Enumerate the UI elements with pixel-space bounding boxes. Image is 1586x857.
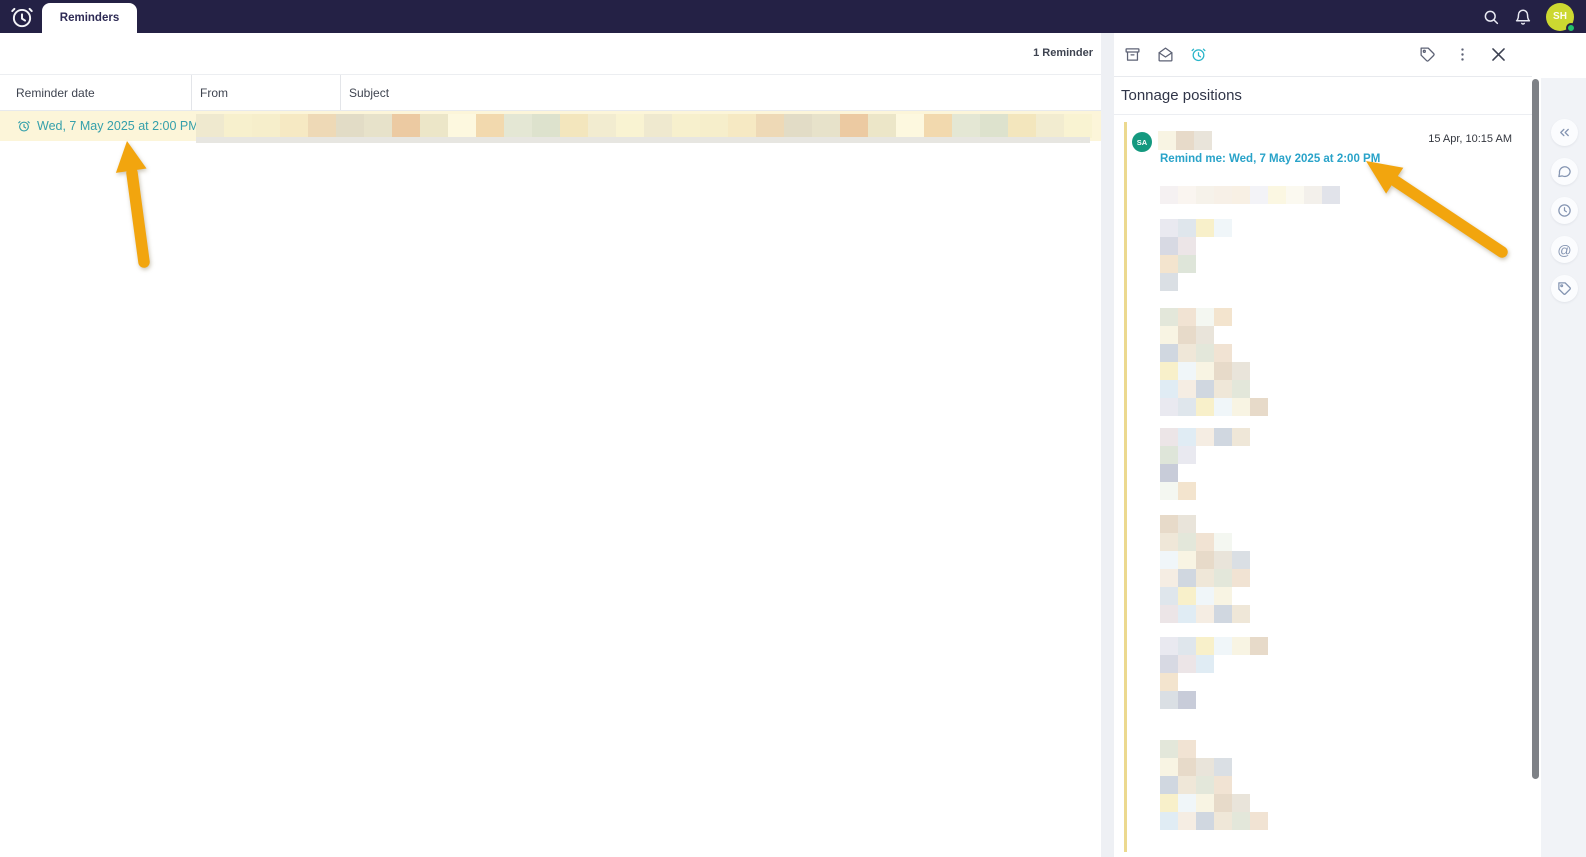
panel-divider xyxy=(1101,33,1114,857)
sender-avatar-initials: SA xyxy=(1137,138,1147,147)
archive-icon[interactable] xyxy=(1124,46,1141,63)
right-icon-rail: @ xyxy=(1541,78,1586,857)
clock-icon[interactable] xyxy=(1551,197,1578,224)
reminder-date-cell: Wed, 7 May 2025 at 2:00 PM xyxy=(17,111,199,141)
mention-icon[interactable]: @ xyxy=(1551,236,1578,263)
mention-glyph: @ xyxy=(1557,243,1571,257)
alarm-clock-icon xyxy=(17,119,31,133)
annotation-arrow-row xyxy=(100,133,162,273)
column-header-subject[interactable]: Subject xyxy=(341,75,1101,110)
sender-redaction xyxy=(1158,131,1212,150)
reminder-row[interactable]: Wed, 7 May 2025 at 2:00 PM xyxy=(0,111,1101,141)
user-avatar[interactable]: SH xyxy=(1546,3,1574,31)
panel-scrollbar[interactable] xyxy=(1532,79,1539,779)
tab-label: Reminders xyxy=(60,12,119,24)
email-subject-header: Tonnage positions xyxy=(1114,77,1532,115)
reminder-date-text: Wed, 7 May 2025 at 2:00 PM xyxy=(37,119,199,133)
tab-reminders[interactable]: Reminders xyxy=(42,3,137,33)
panel-toolbar xyxy=(1114,33,1532,77)
collapse-double-chevron-icon[interactable] xyxy=(1551,119,1578,146)
app-logo-alarm-icon[interactable] xyxy=(9,4,35,30)
topbar-actions: SH xyxy=(1482,0,1574,33)
row-redaction xyxy=(196,114,1092,138)
annotation-arrow-remind-link xyxy=(1356,153,1516,263)
close-icon[interactable] xyxy=(1489,45,1508,64)
kebab-menu-icon[interactable] xyxy=(1454,46,1471,63)
sender-avatar: SA xyxy=(1132,132,1152,152)
email-accent-bar xyxy=(1124,122,1127,852)
presence-indicator xyxy=(1566,23,1576,33)
reminders-list-area: 1 Reminder Reminder date From Subject We… xyxy=(0,33,1101,857)
column-header-from[interactable]: From xyxy=(192,75,341,110)
bell-icon[interactable] xyxy=(1514,8,1532,26)
column-header-reminder-date[interactable]: Reminder date xyxy=(0,75,192,110)
row-redaction-understrip xyxy=(196,137,1090,143)
mail-open-icon[interactable] xyxy=(1157,46,1174,63)
body-intro-redaction xyxy=(1160,186,1340,204)
reading-panel: Tonnage positions SA 15 Apr, 10:15 AM Re… xyxy=(1114,33,1532,857)
reminder-count: 1 Reminder xyxy=(1033,47,1093,59)
search-icon[interactable] xyxy=(1482,8,1500,26)
top-bar: Reminders SH xyxy=(0,0,1586,33)
alarm-clock-icon-active[interactable] xyxy=(1190,46,1207,63)
table-header: Reminder date From Subject xyxy=(0,74,1101,111)
user-avatar-initials: SH xyxy=(1553,11,1567,22)
email-timestamp: 15 Apr, 10:15 AM xyxy=(1380,133,1512,145)
comment-icon[interactable] xyxy=(1551,158,1578,185)
email-subject: Tonnage positions xyxy=(1121,87,1242,104)
tag-icon-rail[interactable] xyxy=(1551,275,1578,302)
tag-icon[interactable] xyxy=(1419,46,1436,63)
remind-me-link[interactable]: Remind me: Wed, 7 May 2025 at 2:00 PM xyxy=(1160,153,1380,165)
